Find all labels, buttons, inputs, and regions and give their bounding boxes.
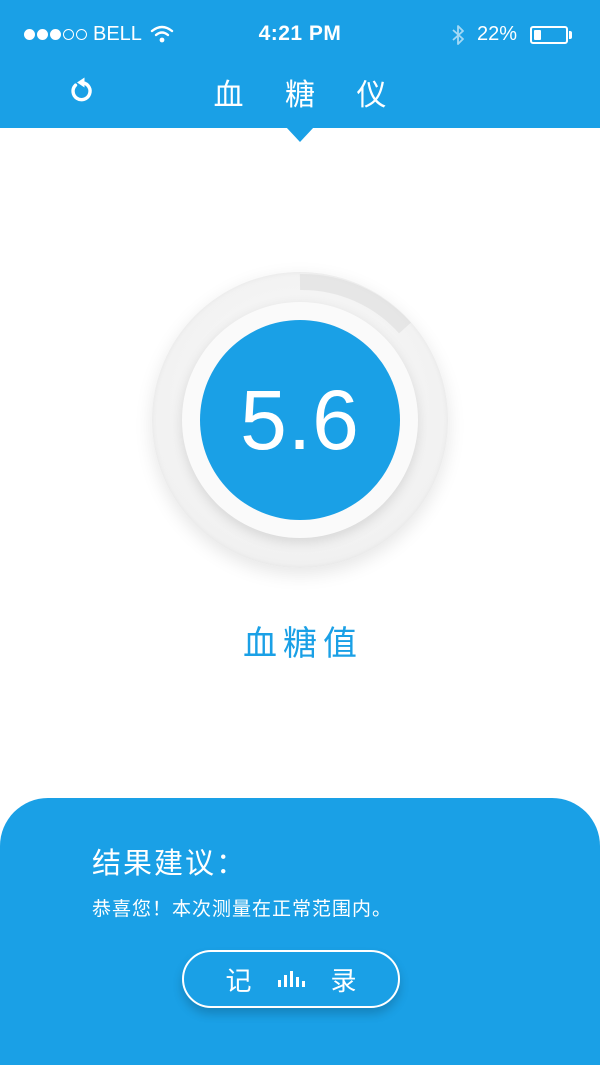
glucose-reading-circle: 5.6: [200, 320, 400, 520]
battery-level: [534, 30, 541, 40]
app-header: BELL 4:21 PM 22% 血 糖 仪: [0, 0, 600, 128]
status-bar: BELL 4:21 PM 22%: [0, 0, 600, 70]
battery-tip: [569, 31, 572, 39]
result-message: 恭喜您！本次测量在正常范围内。: [92, 898, 393, 920]
header-pointer: [286, 127, 314, 142]
battery-percent: 22%: [477, 23, 518, 45]
bluetooth-icon: [452, 25, 464, 45]
record-button[interactable]: 记 录: [182, 950, 400, 1008]
bar-chart-icon: [277, 971, 305, 987]
glucose-value-label: 血糖值: [243, 624, 363, 664]
glucose-reading: 5.6: [240, 372, 360, 467]
record-button-label-left: 记: [225, 966, 252, 997]
result-title: 结果建议：: [92, 846, 248, 880]
result-panel: 结果建议： 恭喜您！本次测量在正常范围内。 记 录: [0, 798, 600, 1065]
record-button-label-right: 录: [330, 966, 357, 997]
battery-icon: [530, 26, 568, 44]
page-title: 血 糖 仪: [213, 78, 403, 113]
